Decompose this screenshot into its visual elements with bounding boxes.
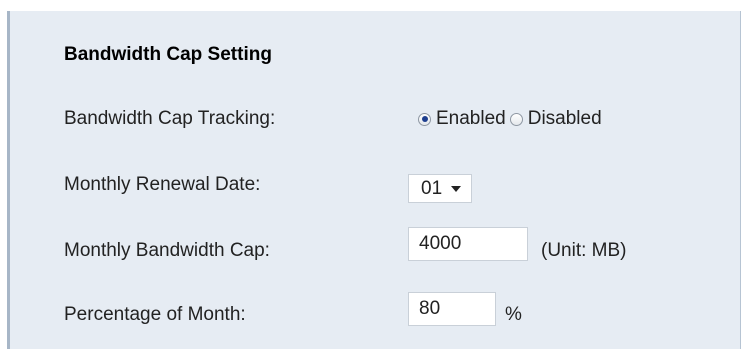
monthly-renewal-date-select[interactable]: 01 [408,174,472,203]
bandwidth-cap-panel: Bandwidth Cap Setting Bandwidth Cap Trac… [7,11,741,349]
radio-disabled-label[interactable]: Disabled [528,108,602,130]
radio-selected-icon [421,116,428,122]
section-title: Bandwidth Cap Setting [64,44,272,65]
percentage-of-month-label: Percentage of Month: [64,304,246,325]
percentage-unit: % [505,304,522,325]
monthly-renewal-date-value: 01 [421,177,443,199]
bandwidth-cap-tracking-radio-group: Enabled Disabled [418,103,606,135]
monthly-renewal-date-label: Monthly Renewal Date: [64,174,261,195]
monthly-bandwidth-cap-input[interactable] [408,227,528,261]
percentage-of-month-input[interactable] [408,292,496,326]
bandwidth-cap-tracking-label: Bandwidth Cap Tracking: [64,108,276,129]
radio-disabled[interactable] [509,112,523,126]
monthly-bandwidth-cap-unit: (Unit: MB) [541,240,627,261]
chevron-down-icon [451,185,462,192]
radio-enabled[interactable] [418,112,431,126]
radio-enabled-label[interactable]: Enabled [436,108,506,130]
monthly-bandwidth-cap-label: Monthly Bandwidth Cap: [64,240,270,261]
